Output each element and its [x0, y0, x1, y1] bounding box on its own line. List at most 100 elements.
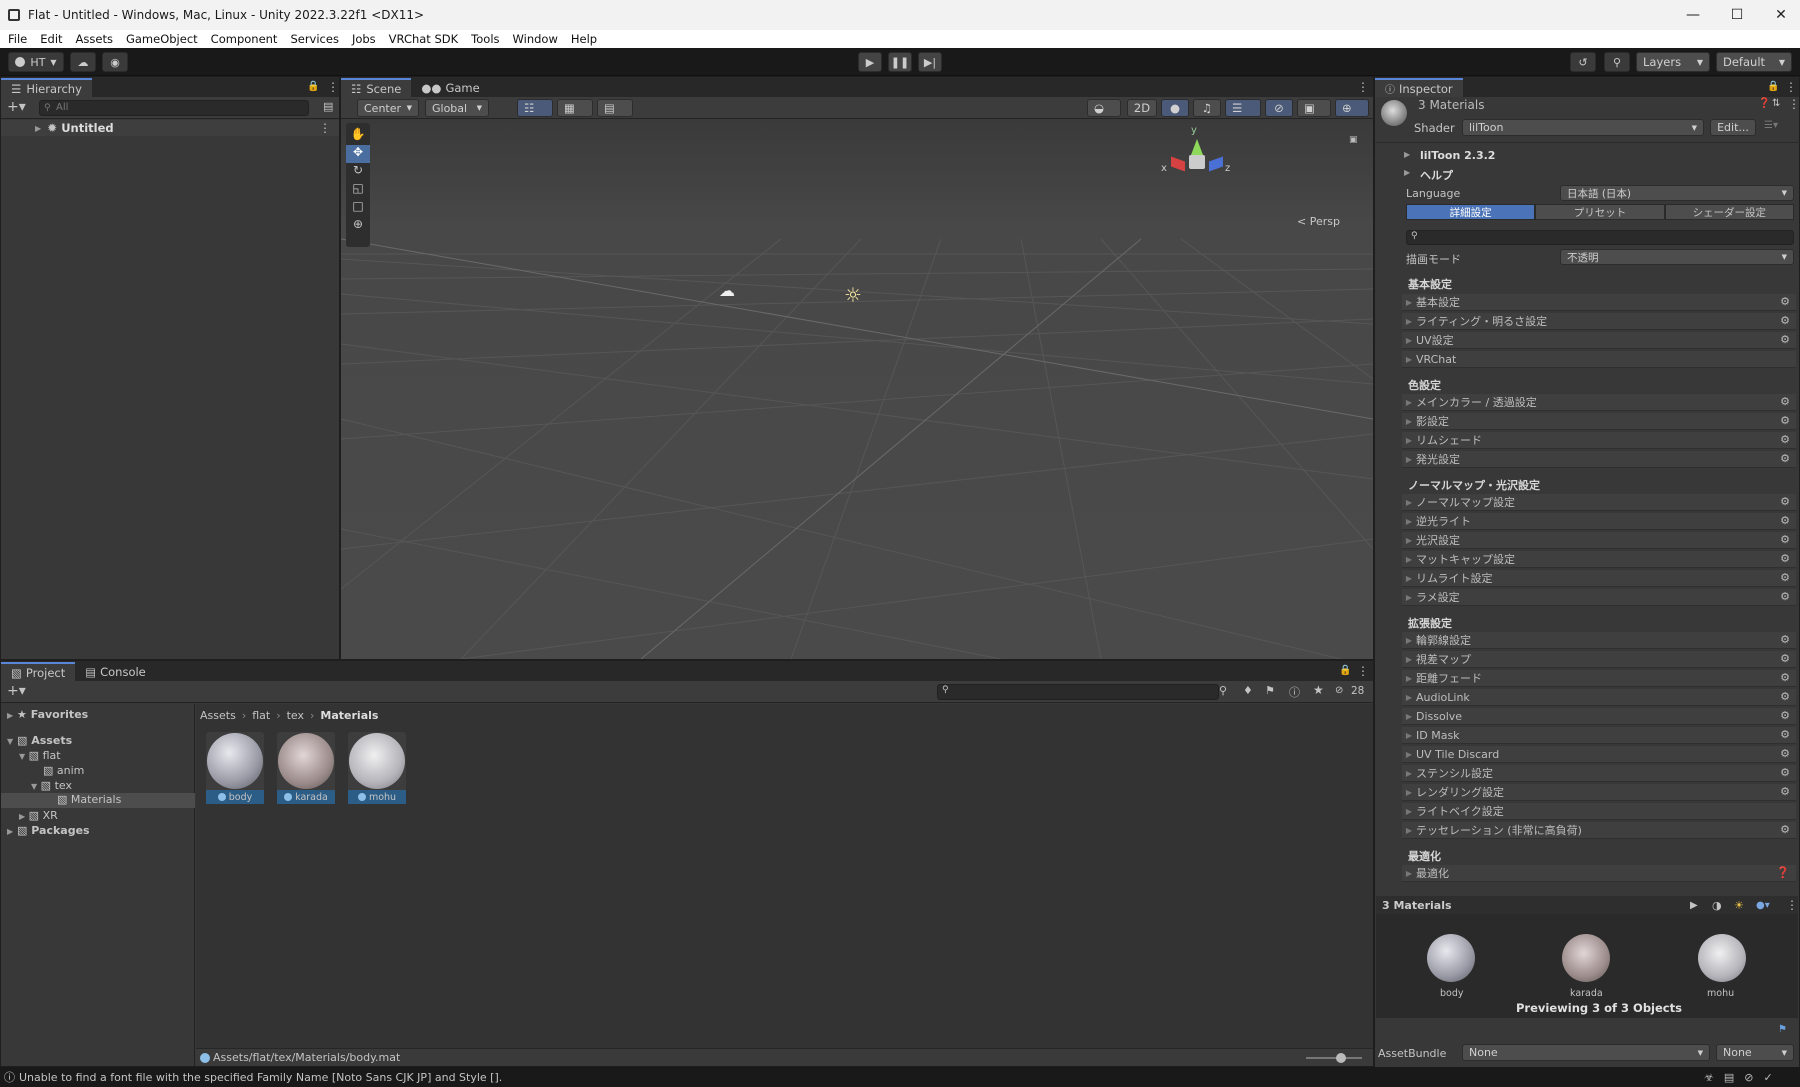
liltoon-version[interactable]: lilToon 2.3.2	[1420, 149, 1495, 162]
step-button[interactable]: ▶|	[918, 52, 942, 72]
menu-jobs[interactable]: Jobs	[352, 32, 376, 46]
language-dropdown[interactable]: 日本語 (日本) ▼	[1560, 185, 1794, 201]
foldout-row[interactable]: ▶ マットキャップ設定 ⚙	[1402, 551, 1796, 568]
tab-project[interactable]: ▧ Project	[1, 662, 76, 681]
foldout-row[interactable]: ▶ レンダリング設定 ⚙	[1402, 784, 1796, 801]
effects-dropdown[interactable]: ☰	[1225, 99, 1261, 117]
foldout-row[interactable]: ▶ VRChat	[1402, 351, 1796, 368]
lock-icon[interactable]: 🔒	[1767, 81, 1779, 92]
preview-thumb-mohu[interactable]	[1698, 934, 1746, 982]
tab-hierarchy[interactable]: ☰ Hierarchy	[1, 78, 92, 97]
kebab-menu-icon[interactable]: ⋮	[1788, 97, 1800, 111]
expand-arrow-icon[interactable]: ▶	[35, 124, 41, 133]
assetbundle-dropdown[interactable]: None ▼	[1462, 1044, 1710, 1061]
breadcrumb-assets[interactable]: Assets	[200, 709, 236, 722]
cloud-button[interactable]: ☁	[70, 52, 96, 72]
menu-help[interactable]: Help	[571, 32, 597, 46]
menu-gameobject[interactable]: GameObject	[126, 32, 198, 46]
menu-component[interactable]: Component	[211, 32, 278, 46]
tab-advanced-settings[interactable]: 詳細設定	[1406, 204, 1536, 220]
gear-icon[interactable]: ⚙	[1780, 452, 1790, 465]
foldout-row[interactable]: ▶ 逆光ライト ⚙	[1402, 513, 1796, 530]
space-dropdown[interactable]: Global ▼	[425, 99, 489, 117]
gear-icon[interactable]: ⚙	[1780, 414, 1790, 427]
hidden-objects-toggle[interactable]: ⊘	[1265, 99, 1293, 117]
foldout-row[interactable]: ▶ 基本設定 ⚙	[1402, 294, 1796, 311]
tree-packages[interactable]: ▶ ▧ Packages	[7, 824, 90, 837]
foldout-row[interactable]: ▶ 輪郭線設定 ⚙	[1402, 632, 1796, 649]
filter-type-icon[interactable]: ♦	[1243, 684, 1253, 697]
increment-snap-button[interactable]: ▤	[597, 99, 633, 117]
foldout-row[interactable]: ▶ 影設定 ⚙	[1402, 413, 1796, 430]
foldout-row[interactable]: ▶ ライトベイク設定	[1402, 803, 1796, 820]
hierarchy-search-input[interactable]: ⚲ All	[39, 100, 309, 116]
asset-item-body[interactable]: body	[206, 732, 264, 804]
tree-anim[interactable]: ▧ anim	[43, 764, 84, 777]
layout-dropdown[interactable]: Default ▼	[1716, 52, 1792, 72]
menu-file[interactable]: File	[8, 32, 27, 46]
foldout-row[interactable]: ▶ ライティング・明るさ設定 ⚙	[1402, 313, 1796, 330]
property-search-input[interactable]: ⚲	[1406, 230, 1794, 245]
tree-xr[interactable]: ▶ ▧ XR	[19, 809, 58, 822]
tree-flat[interactable]: ▼ ▧ flat	[19, 749, 61, 762]
hidden-icon[interactable]: ⊘	[1744, 1071, 1763, 1084]
maximize-button[interactable]: ☐	[1714, 0, 1760, 30]
help-icon[interactable]: ❓	[1758, 98, 1770, 109]
gear-icon[interactable]: ⚙	[1780, 495, 1790, 508]
asset-item-mohu[interactable]: mohu	[348, 732, 406, 804]
hierarchy-scene-row[interactable]: ▶ ✹ Untitled ⋮	[1, 120, 339, 136]
gear-icon[interactable]: ⚙	[1780, 552, 1790, 565]
preview-thumb-body[interactable]	[1427, 934, 1475, 982]
preview-thumb-karada[interactable]	[1562, 934, 1610, 982]
orientation-gizmo[interactable]: y x z	[1161, 125, 1231, 195]
rotate-tool-button[interactable]: ↻	[346, 163, 370, 181]
scale-tool-button[interactable]: ◱	[346, 181, 370, 199]
gear-icon[interactable]: ⚙	[1780, 314, 1790, 327]
foldout-row[interactable]: ▶ 視差マップ ⚙	[1402, 651, 1796, 668]
pivot-dropdown[interactable]: Center ▼	[357, 99, 419, 117]
preset-icon[interactable]: ⇅	[1772, 98, 1780, 109]
grid-visibility-button[interactable]: ▦	[557, 99, 593, 117]
gear-icon[interactable]: ⚙	[1780, 747, 1790, 760]
shader-dropdown[interactable]: lilToon ▼	[1462, 119, 1704, 136]
foldout-row[interactable]: ▶ 最適化 ❓	[1402, 865, 1796, 882]
filter-label-icon[interactable]: ⚑	[1265, 684, 1275, 697]
add-button[interactable]: +▾	[7, 99, 26, 115]
close-button[interactable]: ✕	[1758, 0, 1800, 30]
render-mode-dropdown[interactable]: 不透明 ▼	[1560, 249, 1794, 265]
preview-play-icon[interactable]: ▶	[1690, 900, 1698, 911]
gear-icon[interactable]: ⚙	[1780, 571, 1790, 584]
foldout-row[interactable]: ▶ ステンシル設定 ⚙	[1402, 765, 1796, 782]
breadcrumb-flat[interactable]: flat	[252, 709, 270, 722]
gear-icon[interactable]: ⚙	[1780, 295, 1790, 308]
foldout-row[interactable]: ▶ 光沢設定 ⚙	[1402, 532, 1796, 549]
audio-toggle[interactable]: ♫	[1193, 99, 1221, 117]
gear-icon[interactable]: ⚙	[1780, 395, 1790, 408]
search-by-type-icon[interactable]: ⚲	[1219, 684, 1227, 697]
foldout-row[interactable]: ▶ Dissolve ⚙	[1402, 708, 1796, 725]
shader-list-icon[interactable]: ☰▾	[1764, 120, 1778, 131]
gear-icon[interactable]: ⚙	[1780, 766, 1790, 779]
tree-tex[interactable]: ▼ ▧ tex	[31, 779, 72, 792]
gear-icon[interactable]: ⚙	[1780, 533, 1790, 546]
search-button[interactable]: ⚲	[1604, 52, 1630, 72]
camera-dropdown[interactable]: ▣	[1297, 99, 1331, 117]
gear-icon[interactable]: ⚙	[1780, 823, 1790, 836]
project-search-input[interactable]: ⚲	[937, 684, 1219, 700]
foldout-row[interactable]: ▶ テッセレーション (非常に高負荷) ⚙	[1402, 822, 1796, 839]
tree-materials[interactable]: ▧ Materials	[1, 793, 195, 808]
shading-mode-dropdown[interactable]: ◒	[1087, 99, 1121, 117]
foldout-row[interactable]: ▶ UV Tile Discard ⚙	[1402, 746, 1796, 763]
tab-scene[interactable]: ☷ Scene	[341, 78, 412, 97]
tab-inspector[interactable]: ⓘ Inspector	[1375, 78, 1463, 97]
menu-vrchat-sdk[interactable]: VRChat SDK	[389, 32, 459, 46]
hidden-count-icon[interactable]: ⊘	[1335, 685, 1343, 696]
gear-icon[interactable]: ⚙	[1780, 633, 1790, 646]
status-message[interactable]: Unable to find a font file with the spec…	[19, 1071, 502, 1084]
filter-log-icon[interactable]: ⓘ	[1289, 684, 1300, 700]
minimize-button[interactable]: —	[1670, 0, 1716, 30]
account-dropdown[interactable]: HT ▼	[8, 52, 64, 72]
foldout-row[interactable]: ▶ リムシェード ⚙	[1402, 432, 1796, 449]
foldout-row[interactable]: ▶ UV設定 ⚙	[1402, 332, 1796, 349]
foldout-row[interactable]: ▶ ID Mask ⚙	[1402, 727, 1796, 744]
